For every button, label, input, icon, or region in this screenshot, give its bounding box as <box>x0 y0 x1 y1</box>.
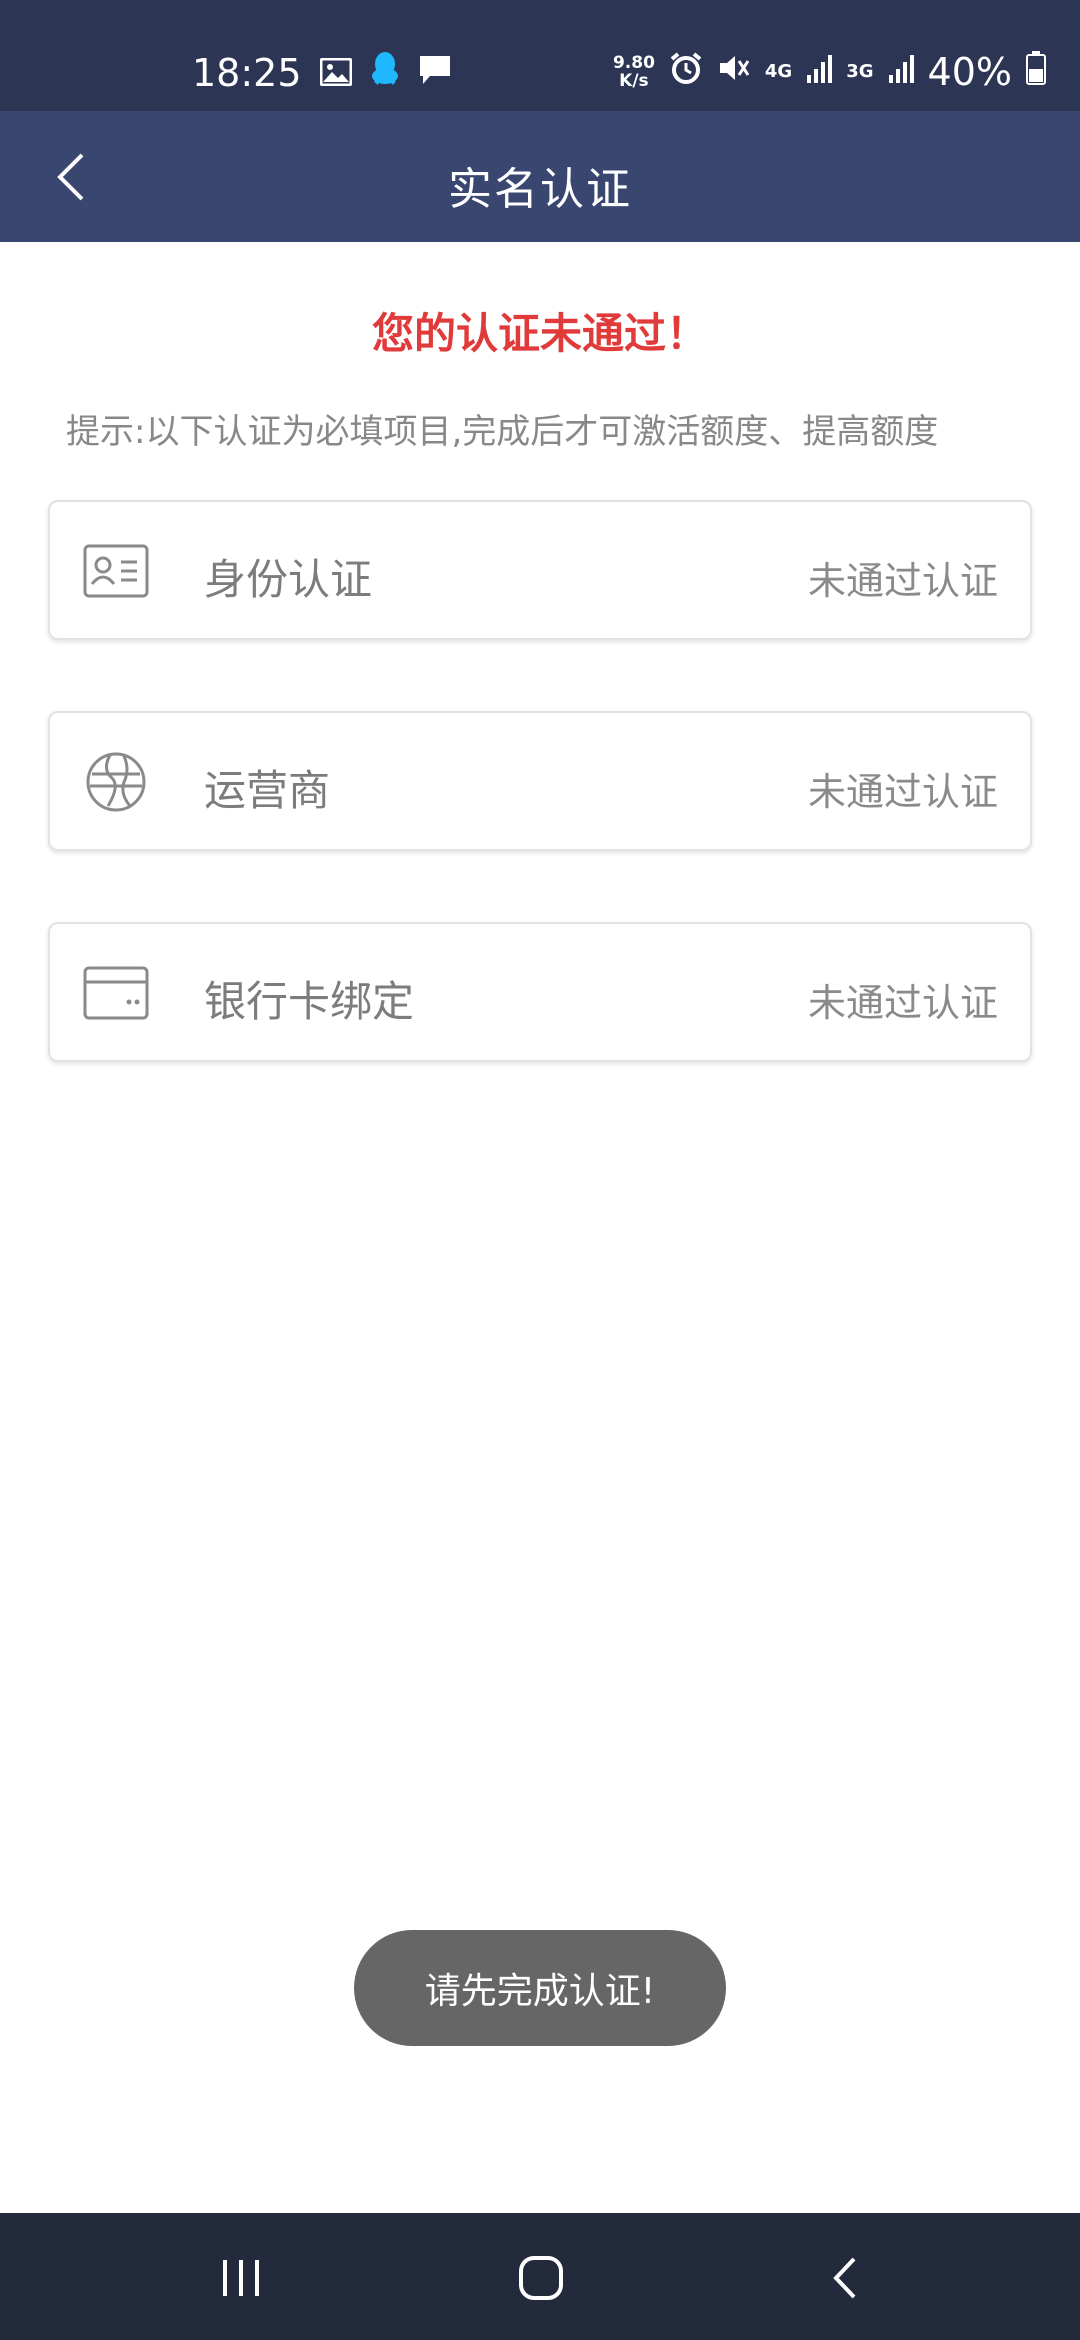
id-card-icon <box>82 542 150 600</box>
status-right: 9.80 K/s 4G 3G 40% <box>613 50 1046 94</box>
qq-icon <box>370 50 400 95</box>
item-label: 银行卡绑定 <box>204 977 415 1026</box>
home-button[interactable] <box>506 2243 576 2313</box>
net-speed-unit: K/s <box>619 71 649 91</box>
item-status: 未通过认证 <box>807 559 998 603</box>
item-status: 未通过认证 <box>807 770 998 814</box>
image-icon <box>319 51 353 95</box>
message-icon <box>418 51 452 95</box>
bank-card-icon <box>82 964 150 1022</box>
app-header: 实名认证 <box>0 111 1080 242</box>
globe-icon <box>82 752 150 812</box>
system-back-button[interactable] <box>810 2243 880 2313</box>
status-left: 18:25 <box>192 50 452 95</box>
home-icon <box>519 2256 563 2300</box>
battery-percent: 40% <box>927 50 1012 94</box>
recent-apps-icon <box>223 2260 259 2296</box>
verification-failed-notice: 您的认证未通过！ <box>371 309 708 358</box>
net-speed: 9.80 K/s <box>613 54 655 90</box>
status-bar: 18:25 9.80 K/s 4G 3G 40% <box>0 0 1080 111</box>
mute-icon <box>717 51 751 94</box>
net-speed-value: 9.80 <box>612 53 655 73</box>
carrier-verification-item[interactable]: 运营商 未通过认证 <box>48 711 1032 851</box>
net-3g-label: 3G <box>846 61 874 82</box>
signal-icon <box>806 52 833 92</box>
signal-icon-2 <box>888 52 914 92</box>
item-label: 运营商 <box>204 766 331 815</box>
alarm-icon <box>669 51 703 94</box>
net-4g-label: 4G <box>764 61 793 82</box>
item-label: 身份认证 <box>204 555 373 604</box>
item-status: 未通过认证 <box>807 981 998 1025</box>
toast-message: 请先完成认证! <box>354 1930 726 2046</box>
battery-icon <box>1026 50 1046 94</box>
recent-apps-button[interactable] <box>206 2243 276 2313</box>
page-title: 实名认证 <box>448 164 632 215</box>
identity-verification-item[interactable]: 身份认证 未通过认证 <box>48 500 1032 640</box>
back-arrow-icon <box>833 2257 856 2299</box>
bank-card-binding-item[interactable]: 银行卡绑定 未通过认证 <box>48 922 1032 1062</box>
system-nav-bar <box>0 2213 1080 2340</box>
required-hint: 提示:以下认证为必填项目,完成后才可激活额度、提高额度 <box>66 412 939 452</box>
status-time: 18:25 <box>192 50 302 95</box>
